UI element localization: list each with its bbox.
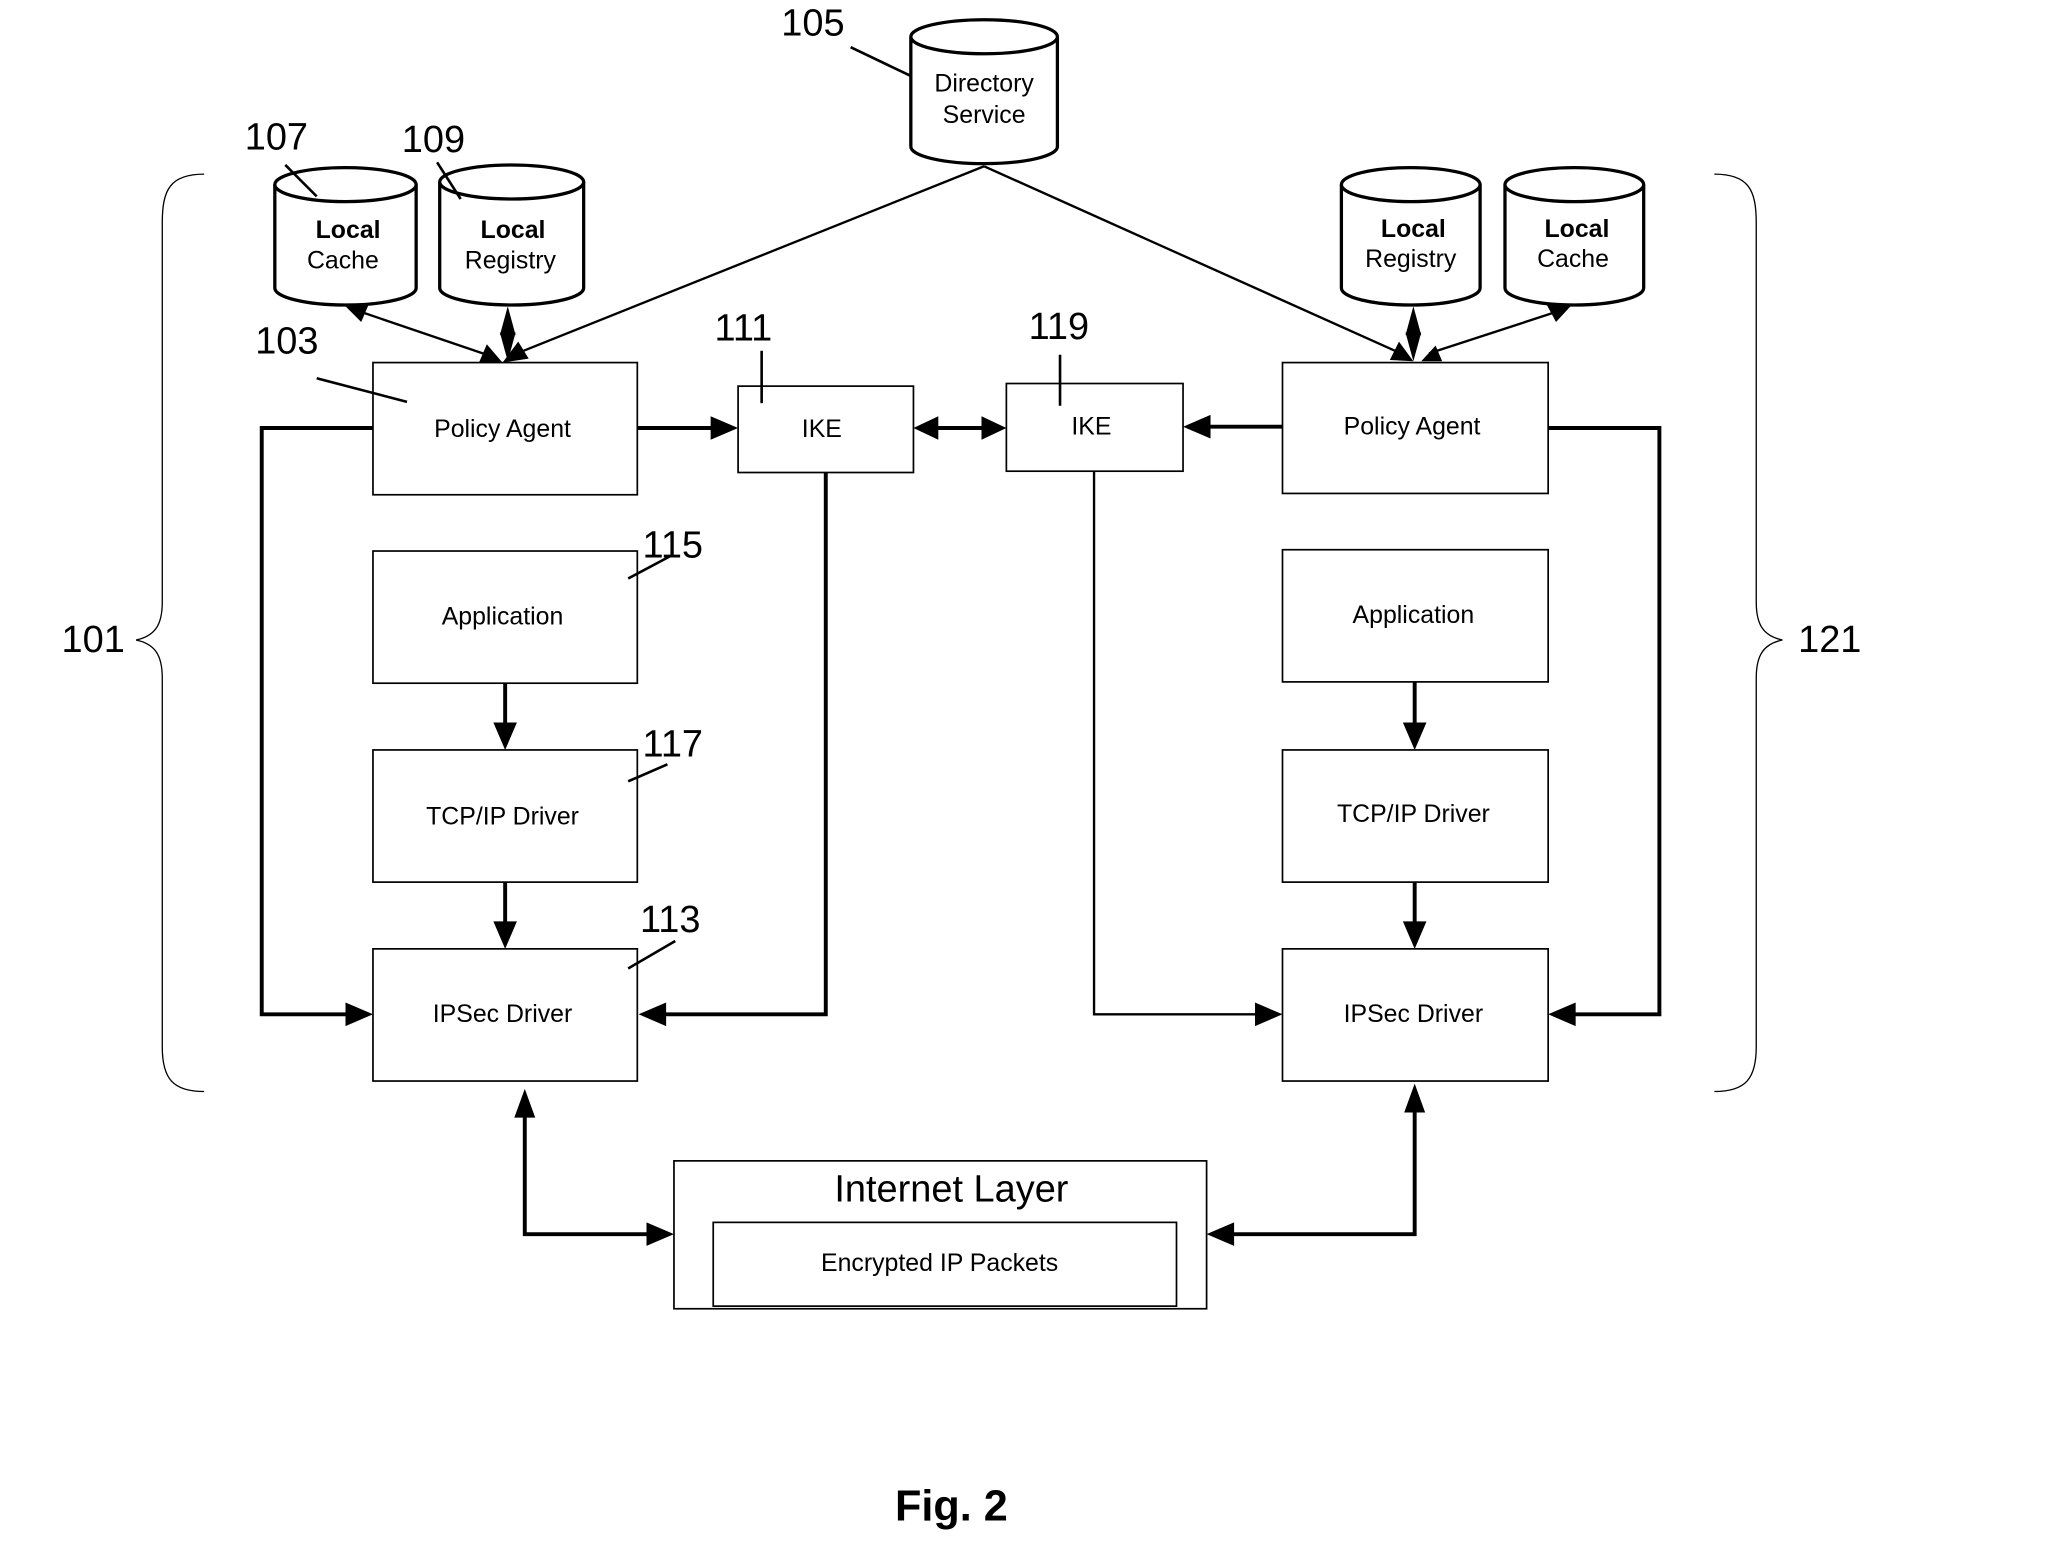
left-local-cache-db: Local Cache: [273, 165, 418, 307]
left-policy-agent-label: Policy Agent: [434, 415, 571, 443]
left-ipsec-driver-label: IPSec Driver: [433, 1000, 573, 1028]
right-system-brace: [1714, 173, 1783, 1093]
ref-109: 109: [402, 119, 465, 161]
right-local-cache-db: Local Cache: [1503, 165, 1646, 307]
patent-figure: Directory Service 105 Local Cache 107 Lo…: [62, 2, 1862, 1531]
ref-115: 115: [643, 525, 703, 567]
arrowhead-left-ike: [710, 416, 739, 440]
left-local-cache-label-2: Cache: [307, 246, 379, 274]
line-right-ipsec-internet: [1230, 1109, 1417, 1237]
left-tcpip-driver-label: TCP/IP Driver: [426, 803, 579, 831]
right-local-registry-db: Local Registry: [1339, 165, 1482, 307]
arrowhead-internet-left: [646, 1222, 674, 1246]
left-application-label: Application: [442, 602, 564, 630]
ref-113: 113: [640, 899, 700, 941]
right-ike-label: IKE: [1071, 413, 1111, 441]
right-local-registry-label-2: Registry: [1365, 245, 1457, 273]
arrowhead-internet-right: [1206, 1222, 1235, 1246]
right-policy-agent-label: Policy Agent: [1344, 413, 1481, 441]
directory-service-label-1: Directory: [934, 70, 1034, 98]
right-local-cache-label-1: Local: [1544, 215, 1609, 243]
arrowhead-left-ike-ipsec: [638, 1002, 667, 1027]
arrowhead-ike-left: [913, 416, 939, 440]
right-ipsec-driver-label: IPSec Driver: [1344, 1000, 1484, 1028]
arrowhead-right-ipsec-up: [1404, 1083, 1426, 1113]
right-application-label: Application: [1353, 601, 1475, 629]
line-left-agent-ipsec: [259, 426, 373, 1017]
left-system-brace: [135, 173, 205, 1093]
left-local-registry-db: Local Registry: [438, 163, 586, 307]
left-ike-label: IKE: [802, 415, 842, 443]
right-local-registry-label-1: Local: [1381, 215, 1446, 243]
left-local-cache-label-1: Local: [316, 216, 381, 244]
arrowhead-ike-right: [981, 416, 1007, 440]
arrowhead-right-registry: [1405, 306, 1422, 336]
arrowhead-left-cache: [342, 303, 370, 323]
directory-service-label-2: Service: [943, 101, 1026, 129]
arrowhead-left-ipsec-up: [514, 1088, 536, 1118]
ref-105: 105: [781, 2, 844, 44]
arrowhead-right-agent-from-cache: [1421, 345, 1443, 362]
arrowhead-right-tcp-ipsec: [1402, 921, 1427, 949]
ref-121: 121: [1798, 619, 1861, 661]
ref-101: 101: [62, 619, 125, 661]
arrowhead-right-ike: [1183, 414, 1211, 439]
arrowhead-right-app-tcp: [1402, 722, 1427, 750]
ref-107: 107: [245, 116, 308, 158]
ref-119: 119: [1029, 306, 1089, 348]
arrowhead-right-agent-ipsec: [1548, 1002, 1576, 1027]
arrowhead-left-app-tcp: [493, 722, 517, 750]
leader-105: [850, 46, 912, 78]
arrowhead-left-tcp-ipsec: [493, 921, 517, 949]
ref-111: 111: [715, 307, 773, 349]
arrowhead-right-ike-ipsec: [1255, 1002, 1283, 1027]
right-tcpip-driver-label: TCP/IP Driver: [1337, 800, 1490, 828]
ref-117: 117: [643, 723, 703, 765]
right-local-cache-label-2: Cache: [1537, 245, 1609, 273]
left-local-registry-label-1: Local: [481, 216, 546, 244]
ref-103: 103: [255, 320, 318, 362]
line-right-ike-ipsec: [1092, 471, 1259, 1016]
figure-caption: Fig. 2: [895, 1483, 1008, 1531]
directory-service-db: Directory Service: [909, 18, 1060, 166]
line-right-agent-ipsec: [1548, 426, 1662, 1017]
line-left-cache-agent: [359, 310, 488, 356]
left-local-registry-label-2: Registry: [465, 246, 557, 274]
line-right-cache-agent: [1428, 310, 1558, 355]
arrowhead-left-agent-ipsec: [345, 1002, 373, 1027]
arrowhead-left-registry: [499, 306, 516, 336]
connectors: [259, 165, 1662, 1246]
encrypted-packets-label: Encrypted IP Packets: [821, 1249, 1058, 1277]
line-left-ipsec-internet: [522, 1112, 652, 1237]
internet-layer-title: Internet Layer: [834, 1168, 1068, 1210]
